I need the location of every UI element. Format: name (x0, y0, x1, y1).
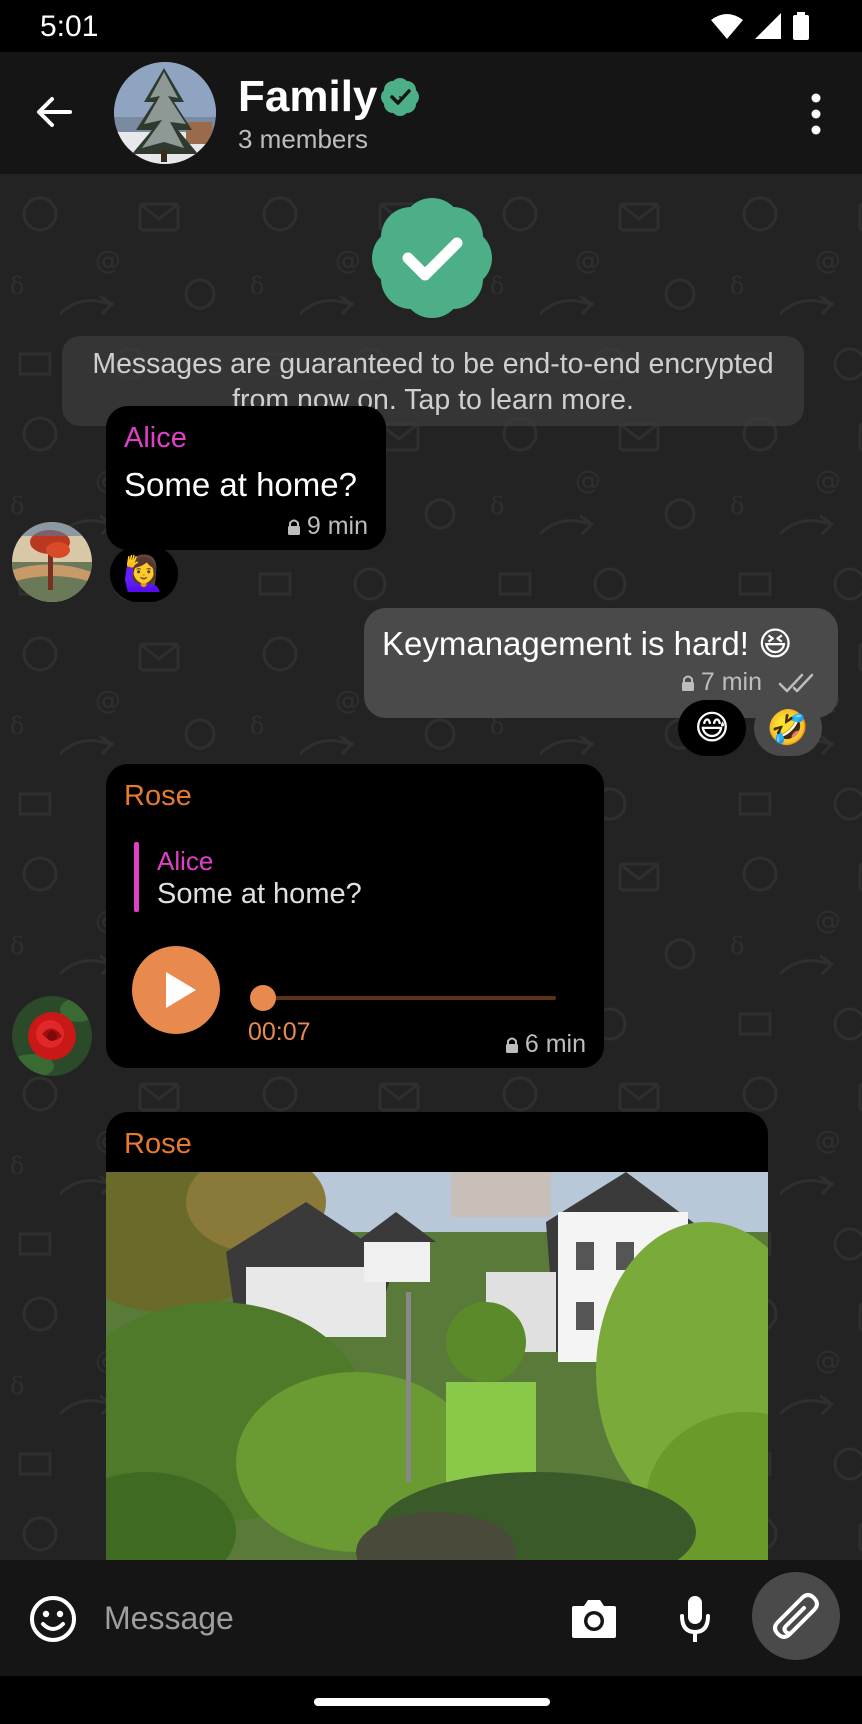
chat-area[interactable]: @ δ Messages are guaranteed to be end-to… (0, 174, 862, 1560)
audio-duration: 00:07 (248, 1018, 311, 1046)
back-arrow-icon[interactable] (28, 86, 80, 138)
quote-text[interactable]: Some at home? (157, 878, 362, 911)
signal-icon (755, 13, 781, 39)
paperclip-icon (773, 1593, 819, 1639)
lock-icon (681, 675, 694, 691)
camera-icon[interactable] (570, 1596, 618, 1640)
status-time: 5:01 (40, 10, 99, 43)
message-input[interactable] (104, 1590, 524, 1646)
double-check-icon (778, 673, 814, 692)
chat-header: Family 3 members (0, 52, 862, 174)
reaction-chip[interactable]: 🙋‍♀️ (110, 546, 178, 602)
sender-name: Rose (124, 780, 192, 812)
message-composer (0, 1560, 862, 1676)
message-bubble-rose-voice[interactable]: Rose Alice Some at home? 00:07 6 min (106, 764, 604, 1068)
message-time: 7 min (700, 668, 762, 696)
member-count: 3 members (238, 124, 369, 154)
status-bar: 5:01 (0, 0, 862, 52)
verified-icon (381, 78, 419, 116)
verified-badge-icon (372, 198, 492, 318)
wifi-icon (711, 14, 743, 39)
play-icon (166, 972, 196, 1008)
more-vert-icon[interactable] (800, 88, 832, 140)
battery-icon (793, 12, 809, 40)
message-text: Keymanagement is hard! 😆 (382, 625, 793, 662)
play-button[interactable] (132, 946, 220, 1034)
message-bubble-rose-image[interactable]: Rose (106, 1112, 768, 1560)
message-bubble-alice[interactable]: Alice Some at home? 9 min (106, 406, 386, 550)
message-meta: 7 min (681, 668, 820, 697)
mic-icon[interactable] (678, 1594, 712, 1644)
avatar-rose[interactable] (12, 996, 92, 1076)
avatar-alice[interactable] (12, 522, 92, 602)
attach-button[interactable] (752, 1572, 840, 1660)
quote-bar (134, 842, 139, 912)
quote-sender[interactable]: Alice (157, 846, 213, 877)
navigation-bar (0, 1676, 862, 1724)
sender-name: Alice (124, 422, 187, 454)
garden-houses-photo[interactable] (106, 1172, 768, 1560)
reaction-chip[interactable]: 🤣 (754, 700, 822, 756)
message-meta: 6 min (505, 1030, 586, 1059)
message-time: 9 min (306, 512, 368, 540)
audio-seek-thumb[interactable] (250, 985, 276, 1011)
status-icons (710, 12, 810, 40)
sender-name: Rose (124, 1128, 192, 1160)
lock-icon (287, 519, 300, 535)
audio-seek-track[interactable] (250, 996, 556, 1000)
lock-icon (505, 1037, 518, 1053)
message-meta: 9 min (287, 512, 368, 541)
emoji-icon[interactable] (28, 1594, 78, 1644)
reaction-chip[interactable]: 😅 (678, 700, 746, 756)
group-avatar[interactable] (114, 62, 216, 164)
chat-title[interactable]: Family (238, 72, 377, 122)
message-time: 6 min (524, 1030, 586, 1058)
message-bubble-outgoing[interactable]: Keymanagement is hard! 😆 7 min (364, 608, 838, 718)
home-indicator[interactable] (314, 1698, 550, 1706)
message-text: Some at home? (124, 466, 357, 503)
